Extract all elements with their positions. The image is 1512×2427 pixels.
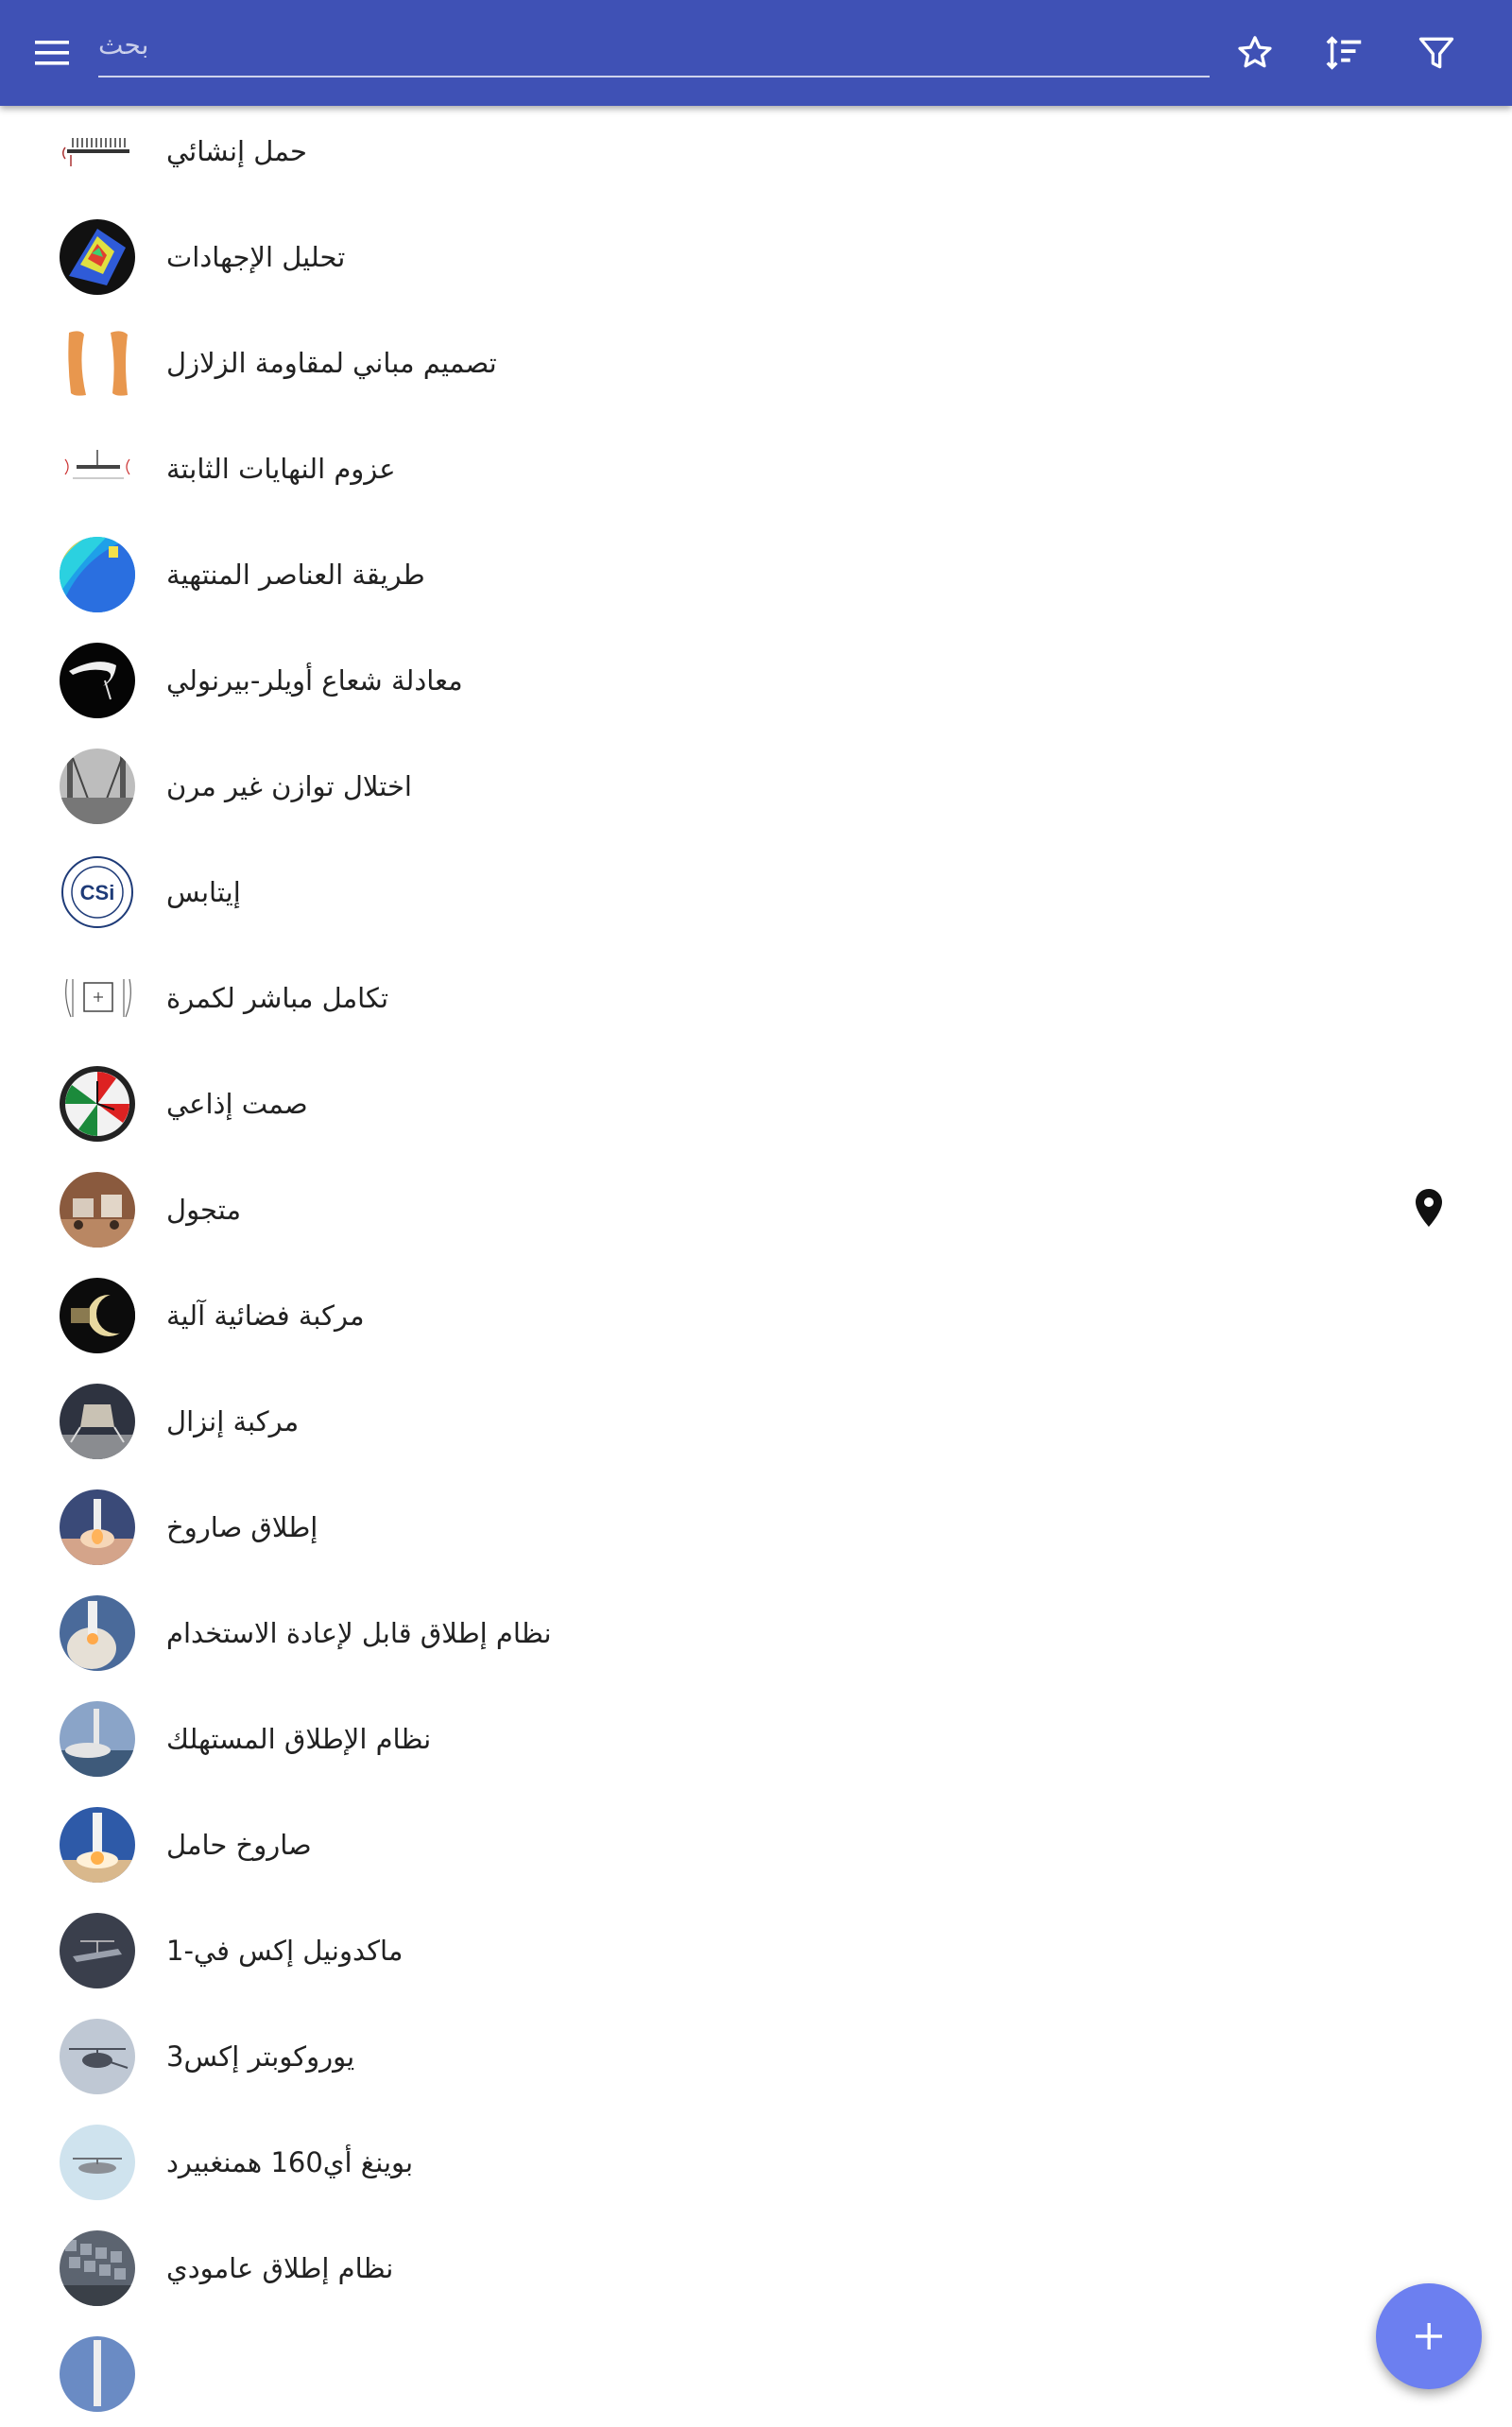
expendable-launch-thumbnail [60, 1701, 135, 1777]
list-item-title: ماكدونيل إكس في-1 [166, 1935, 404, 1967]
list-item[interactable]: ماكدونيل إكس في-1 [0, 1898, 1512, 2004]
list-item-title: متجول [166, 1194, 242, 1226]
list-item[interactable]: إطلاق صاروخ [0, 1474, 1512, 1580]
next-item-thumbnail [60, 2336, 135, 2412]
list-item-title: يوروكوبتر إكس3 [166, 2040, 355, 2073]
csi-logo-thumbnail: CSi [60, 854, 135, 930]
fixed-end-moments-thumbnail [60, 431, 135, 507]
list-item-title: معادلة شعاع أويلر-بيرنولي [166, 664, 463, 697]
list-item-title: نظام الإطلاق المستهلك [166, 1723, 432, 1755]
list-item[interactable]: حمل إنشائي [0, 98, 1512, 204]
list-item-title: صاروخ حامل [166, 1829, 312, 1861]
list-item[interactable] [0, 2321, 1512, 2427]
list-item-title: اختلال توازن غير مرن [166, 770, 412, 802]
menu-button[interactable] [28, 32, 77, 74]
list-item[interactable]: CSi إيتابس [0, 839, 1512, 945]
list-item[interactable]: صاروخ حامل [0, 1792, 1512, 1898]
beam-integration-thumbnail [60, 960, 135, 1036]
beam-equation-thumbnail [60, 643, 135, 718]
article-list: حمل إنشائي تحليل الإجهادات تصميم مباني ل… [0, 98, 1512, 2427]
list-item[interactable]: مركبة إنزال [0, 1368, 1512, 1474]
carrier-rocket-thumbnail [60, 1807, 135, 1883]
menu-icon [35, 41, 69, 65]
eurocopter-thumbnail [60, 2019, 135, 2094]
finite-element-thumbnail [60, 537, 135, 612]
list-item-title: طريقة العناصر المنتهية [166, 559, 425, 591]
favorites-button[interactable] [1228, 26, 1281, 79]
list-item-title: نظام إطلاق قابل لإعادة الاستخدام [166, 1617, 552, 1649]
filter-button[interactable] [1410, 26, 1463, 79]
earthquake-design-thumbnail [60, 325, 135, 401]
list-item[interactable]: معادلة شعاع أويلر-بيرنولي [0, 628, 1512, 733]
list-item[interactable]: بوينغ أي160 همنغبيرد [0, 2109, 1512, 2215]
search-field [98, 17, 1210, 77]
list-item[interactable]: تصميم مباني لمقاومة الزلازل [0, 310, 1512, 416]
add-button[interactable] [1376, 2283, 1482, 2389]
list-item-title: تكامل مباشر لكمرة [166, 982, 389, 1014]
radio-clock-thumbnail [60, 1066, 135, 1142]
list-item-title: بوينغ أي160 همنغبيرد [166, 2146, 414, 2178]
list-item[interactable]: عزوم النهايات الثابتة [0, 416, 1512, 522]
vertical-launch-thumbnail [60, 2230, 135, 2306]
stress-analysis-thumbnail [60, 219, 135, 295]
filter-icon [1418, 37, 1454, 69]
list-item[interactable]: مركبة فضائية آلية [0, 1263, 1512, 1368]
list-item-title: صمت إذاعي [166, 1088, 308, 1120]
hummingbird-drone-thumbnail [60, 2125, 135, 2200]
location-pin-icon [1416, 1189, 1442, 1227]
xv1-aircraft-thumbnail [60, 1913, 135, 1988]
list-item[interactable]: صمت إذاعي [0, 1051, 1512, 1157]
list-item[interactable]: متجول [0, 1157, 1512, 1263]
list-item[interactable]: طريقة العناصر المنتهية [0, 522, 1512, 628]
list-item-title: مركبة فضائية آلية [166, 1300, 365, 1332]
list-item-title: إيتابس [166, 876, 241, 908]
svg-text:CSi: CSi [80, 881, 115, 904]
list-item[interactable]: نظام إطلاق قابل لإعادة الاستخدام [0, 1580, 1512, 1686]
load-diagram-thumbnail [60, 113, 135, 189]
list-item-title: تحليل الإجهادات [166, 241, 346, 273]
bridge-thumbnail [60, 749, 135, 824]
space-probe-thumbnail [60, 1278, 135, 1353]
sort-button[interactable] [1318, 26, 1371, 79]
list-item-title: نظام إطلاق عامودي [166, 2252, 394, 2284]
star-outline-icon [1238, 36, 1272, 68]
list-item-title: تصميم مباني لمقاومة الزلازل [166, 347, 497, 379]
search-input[interactable] [98, 17, 1210, 72]
list-item-title: مركبة إنزال [166, 1405, 300, 1437]
list-item[interactable]: نظام إطلاق عامودي [0, 2215, 1512, 2321]
rover-thumbnail [60, 1172, 135, 1248]
list-item-title: إطلاق صاروخ [166, 1511, 318, 1543]
list-item[interactable]: نظام الإطلاق المستهلك [0, 1686, 1512, 1792]
shuttle-launch-thumbnail [60, 1595, 135, 1671]
app-bar [0, 0, 1512, 106]
list-item[interactable]: يوروكوبتر إكس3 [0, 2004, 1512, 2109]
list-item-title: عزوم النهايات الثابتة [166, 453, 396, 485]
list-item-title: حمل إنشائي [166, 135, 307, 167]
list-item[interactable]: اختلال توازن غير مرن [0, 733, 1512, 839]
lander-thumbnail [60, 1384, 135, 1459]
plus-icon [1416, 2323, 1442, 2350]
list-item[interactable]: تكامل مباشر لكمرة [0, 945, 1512, 1051]
rocket-launch-thumbnail [60, 1489, 135, 1565]
location-button[interactable] [1406, 1185, 1452, 1234]
sort-icon [1326, 36, 1362, 70]
list-item[interactable]: تحليل الإجهادات [0, 204, 1512, 310]
